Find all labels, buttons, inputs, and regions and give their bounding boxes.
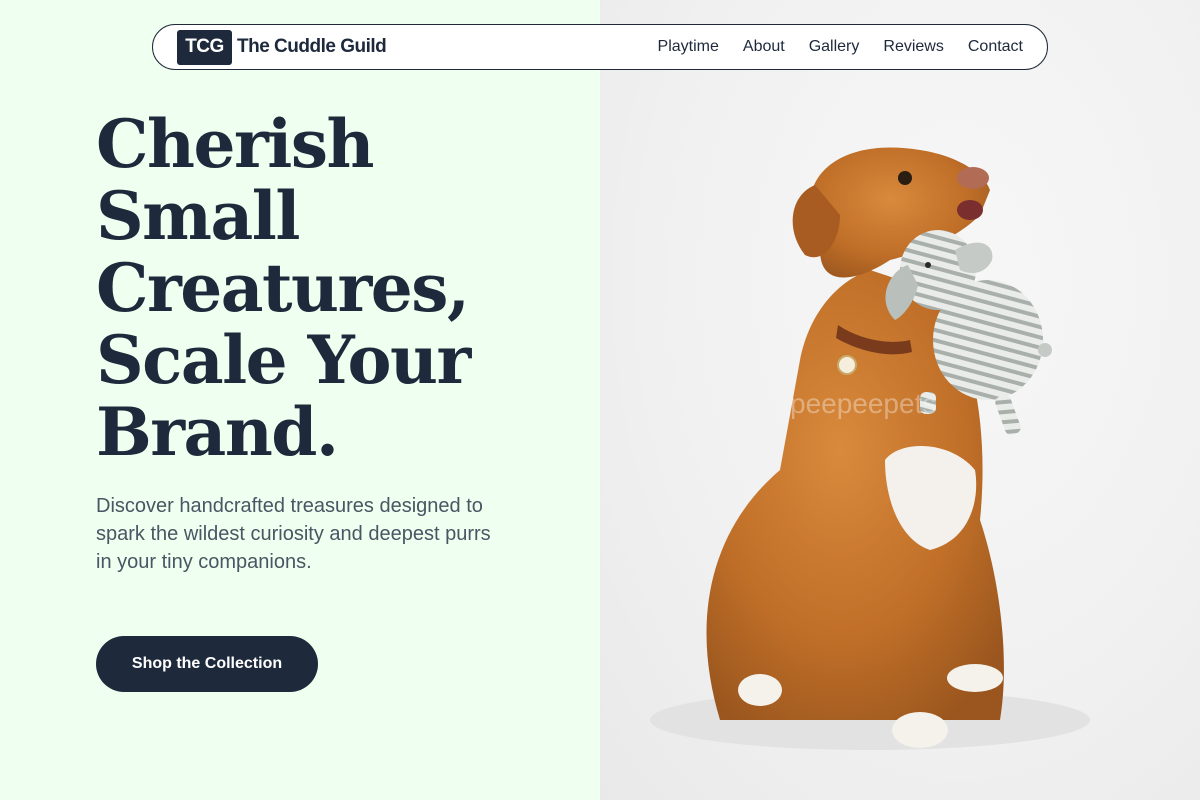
- photo-watermark: peepeepets: [790, 388, 937, 419]
- nav-links: Playtime About Gallery Reviews Contact: [658, 38, 1023, 56]
- nav-link-playtime[interactable]: Playtime: [658, 38, 719, 56]
- hero-title: Cherish Small Creatures, Scale Your Bran…: [96, 108, 516, 468]
- hero-subtitle: Discover handcrafted treasures designed …: [96, 495, 491, 573]
- nav-link-about[interactable]: About: [743, 38, 785, 56]
- brand-logo[interactable]: TCG The Cuddle Guild: [177, 29, 387, 65]
- nav-link-gallery[interactable]: Gallery: [809, 38, 860, 56]
- hero-title-line: Brand.: [96, 393, 339, 471]
- shop-collection-button[interactable]: Shop the Collection: [96, 636, 318, 692]
- brand-name: The Cuddle Guild: [237, 36, 387, 57]
- hero-title-line: Small: [96, 177, 300, 255]
- nav-link-contact[interactable]: Contact: [968, 38, 1023, 56]
- hero-title-line: Scale Your: [96, 321, 471, 399]
- hero-title-line: Cherish: [96, 105, 375, 183]
- hero-image-panel: peepeepets: [600, 0, 1200, 800]
- logo-badge: TCG: [177, 29, 232, 65]
- nav-link-reviews[interactable]: Reviews: [883, 38, 943, 56]
- hero-title-line: Creatures,: [96, 249, 470, 327]
- top-navbar: TCG The Cuddle Guild Playtime About Gall…: [152, 24, 1048, 70]
